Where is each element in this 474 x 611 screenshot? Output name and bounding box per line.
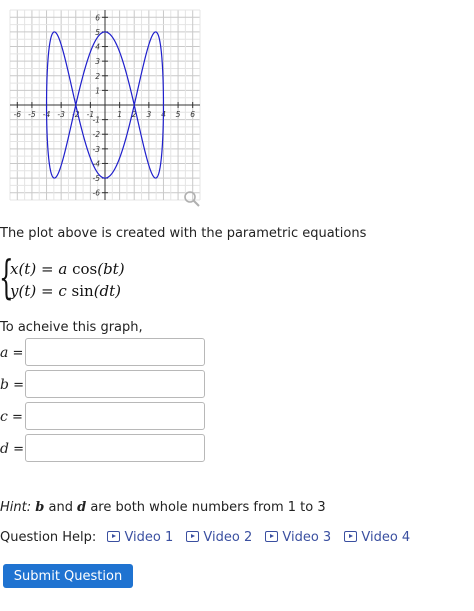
input-a[interactable] [25, 338, 205, 366]
x-tick-label: -5 [28, 110, 36, 119]
x-tick-label: 3 [146, 110, 151, 119]
equation-x-arg: (bt) [97, 260, 125, 278]
y-tick-label: 6 [95, 13, 100, 22]
y-tick-label: -1 [93, 116, 100, 125]
y-tick-label: -2 [93, 130, 101, 139]
x-tick-label: -6 [14, 110, 22, 119]
equation-x: x(t) = a cos(bt) [10, 260, 125, 278]
x-tick-label: 5 [176, 110, 181, 119]
equation-y-arg: (dt) [93, 282, 122, 300]
intro-text: The plot above is created with the param… [0, 226, 367, 241]
play-icon [186, 531, 200, 542]
equation-x-eq: = [40, 260, 54, 278]
y-tick-label: 3 [95, 57, 100, 66]
equation-x-lhs: x(t) [10, 260, 37, 278]
hint-label: Hint: [0, 500, 32, 515]
hint-text: Hint: b and d are both whole numbers fro… [0, 500, 326, 515]
video-link-2[interactable]: Video 2 [186, 530, 252, 545]
parametric-equations: { x(t) = a cos(bt) y(t) = c sin(dt) [0, 252, 200, 304]
play-icon [107, 531, 121, 542]
x-tick-label: 1 [117, 110, 122, 119]
question-help-label: Question Help: [0, 530, 97, 545]
magnifier-icon[interactable] [183, 190, 201, 208]
field-row-b: b = [0, 370, 210, 400]
y-tick-label: 4 [95, 43, 100, 52]
field-row-c: c = [0, 402, 210, 432]
play-icon [265, 531, 279, 542]
equation-y: y(t) = c sin(dt) [10, 282, 121, 300]
y-tick-label: -3 [93, 145, 101, 154]
video-link-3[interactable]: Video 3 [265, 530, 331, 545]
field-label-d: d = [0, 441, 25, 457]
equation-y-eq: = [41, 282, 54, 300]
field-row-a: a = [0, 338, 210, 368]
hint-var-d: d [77, 500, 87, 515]
y-tick-label: 1 [95, 86, 100, 95]
field-label-b: b = [0, 377, 25, 393]
field-label-a: a = [0, 345, 24, 361]
parametric-graph: -6 -5 -4 -3 -2 -1 1 2 3 4 5 6 6 5 4 3 2 1 -1 -2 -3 -4 -5 -6 [0, 0, 210, 210]
x-tick-label: 6 [190, 110, 195, 119]
hint-and: and [48, 500, 73, 515]
video-link-1[interactable]: Video 1 [107, 530, 173, 545]
y-tick-label: 2 [95, 72, 100, 81]
field-row-d: d = [0, 434, 210, 464]
equation-y-lhs: y(t) [10, 282, 37, 300]
equation-y-fn: sin [71, 282, 94, 300]
equation-y-coef: c [58, 282, 67, 300]
play-icon [344, 531, 358, 542]
hint-var-b: b [35, 500, 45, 515]
input-c[interactable] [25, 402, 205, 430]
hint-rest: are both whole numbers from 1 to 3 [90, 500, 326, 515]
input-b[interactable] [25, 370, 205, 398]
equation-x-coef: a [58, 260, 68, 278]
equation-x-fn: cos [72, 260, 98, 278]
y-tick-label: -6 [93, 189, 101, 198]
input-d[interactable] [25, 434, 205, 462]
field-label-c: c = [0, 409, 23, 425]
submit-question-button[interactable]: Submit Question [3, 564, 133, 588]
achieve-text: To acheive this graph, [0, 320, 143, 335]
x-tick-label: -3 [57, 110, 65, 119]
question-help: Question Help: Video 1 Video 2 Video 3 V… [0, 530, 419, 545]
graph-canvas: -6 -5 -4 -3 -2 -1 1 2 3 4 5 6654321-1-2-3-4-5-6 [9, 9, 201, 201]
video-link-4[interactable]: Video 4 [344, 530, 410, 545]
